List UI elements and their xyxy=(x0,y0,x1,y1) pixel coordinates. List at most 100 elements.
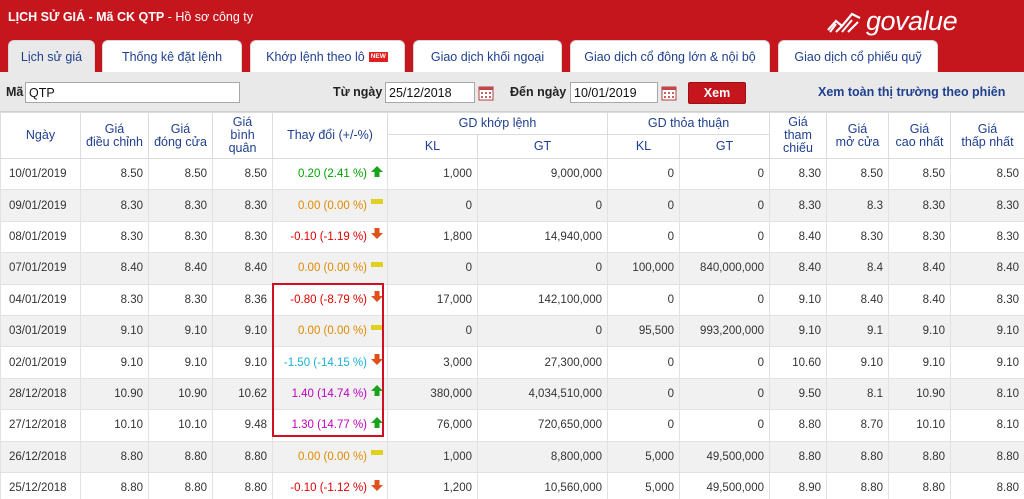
col-gd-thoa-thuan: GD thỏa thuận xyxy=(607,112,770,135)
tab-lich-su-gia[interactable]: Lịch sử giá xyxy=(8,40,95,72)
cell-gt-khop: 27,300,000 xyxy=(477,346,608,379)
cell-close: 8.50 xyxy=(148,157,213,191)
cell-kl-khop: 1,000 xyxy=(387,157,478,191)
table-row: 28/12/2018 10.90 10.90 10.62 1.40 (14.74 %) 3… xyxy=(0,377,1024,411)
cell-gt-tt: 0 xyxy=(679,189,770,222)
cell-kl-khop: 76,000 xyxy=(387,409,478,442)
cell-ref: 9.10 xyxy=(769,283,827,316)
tab-thong-ke-dat-lenh[interactable]: Thống kê đặt lệnh xyxy=(102,40,242,72)
cell-open: 9.1 xyxy=(826,314,889,348)
arrow-up-icon xyxy=(371,165,383,177)
cell-kl-tt: 5,000 xyxy=(607,440,680,473)
cell-ref: 9.10 xyxy=(769,314,827,348)
cell-gt-khop: 720,650,000 xyxy=(477,409,608,442)
app-header: LỊCH SỬ GIÁ - Mã CK QTP - Hồ sơ công ty … xyxy=(0,0,1024,72)
cell-high: 8.50 xyxy=(888,157,951,191)
col-kl-khop: KL xyxy=(387,134,478,159)
cell-open: 8.30 xyxy=(826,220,889,254)
cell-high: 10.10 xyxy=(888,409,951,442)
cell-close: 8.30 xyxy=(148,283,213,316)
cell-close: 8.80 xyxy=(148,471,213,499)
cell-avg: 8.40 xyxy=(212,252,273,285)
cell-gt-tt: 0 xyxy=(679,346,770,379)
col-gd-khop-lenh: GD khớp lệnh xyxy=(387,112,608,135)
cell-adj: 9.10 xyxy=(80,346,149,379)
tab-giao-dich-khoi-ngoai[interactable]: Giao dịch khối ngoại xyxy=(413,40,562,72)
table-row: 26/12/2018 8.80 8.80 8.80 0.00 (0.00 %) 1,000… xyxy=(0,440,1024,473)
cell-change: -1.50 (-14.15 %) xyxy=(272,346,388,379)
cell-low: 8.30 xyxy=(950,283,1024,316)
cell-kl-tt: 0 xyxy=(607,189,680,222)
view-button[interactable]: Xem xyxy=(688,82,746,104)
cell-open: 8.1 xyxy=(826,377,889,411)
cell-high: 8.30 xyxy=(888,189,951,222)
change-value: 0.00 (0.00 %) xyxy=(297,199,367,212)
view-market-by-session-link[interactable]: Xem toàn thị trường theo phiên xyxy=(818,85,1005,99)
arrow-down-icon xyxy=(371,291,383,303)
cell-date: 25/12/2018 xyxy=(0,471,81,499)
cell-gt-tt: 0 xyxy=(679,409,770,442)
cell-low: 8.10 xyxy=(950,377,1024,411)
cell-gt-khop: 0 xyxy=(477,252,608,285)
cell-gt-khop: 142,100,000 xyxy=(477,283,608,316)
to-date-input[interactable] xyxy=(570,82,658,103)
cell-gt-khop: 8,800,000 xyxy=(477,440,608,473)
page-title-main: LỊCH SỬ GIÁ - Mã CK QTP xyxy=(8,10,165,24)
cell-gt-tt: 49,500,000 xyxy=(679,440,770,473)
cell-high: 8.30 xyxy=(888,220,951,254)
company-profile-link[interactable]: Hồ sơ công ty xyxy=(175,10,253,24)
col-gia-dieu-chinh: Giá điều chỉnh xyxy=(80,112,149,159)
cell-close: 10.90 xyxy=(148,377,213,411)
cell-gt-khop: 4,034,510,000 xyxy=(477,377,608,411)
page-title: LỊCH SỬ GIÁ - Mã CK QTP - Hồ sơ công ty xyxy=(8,10,254,24)
cell-low: 9.10 xyxy=(950,314,1024,348)
cell-close: 8.30 xyxy=(148,220,213,254)
cell-low: 8.30 xyxy=(950,220,1024,254)
cell-date: 04/01/2019 xyxy=(0,283,81,316)
calendar-icon[interactable] xyxy=(661,85,677,101)
govalue-logo[interactable]: govalue xyxy=(826,6,958,36)
cell-kl-tt: 0 xyxy=(607,220,680,254)
change-value: -0.10 (-1.12 %) xyxy=(290,482,367,495)
change-value: 0.00 (0.00 %) xyxy=(297,450,367,463)
cell-ref: 8.40 xyxy=(769,252,827,285)
cell-date: 28/12/2018 xyxy=(0,377,81,411)
ticker-input[interactable] xyxy=(25,82,240,103)
cell-open: 8.4 xyxy=(826,252,889,285)
table-row: 09/01/2019 8.30 8.30 8.30 0.00 (0.00 %) 0 0 0 0 8… xyxy=(0,189,1024,222)
cell-open: 8.70 xyxy=(826,409,889,442)
change-value: -1.50 (-14.15 %) xyxy=(283,356,367,369)
cell-kl-khop: 0 xyxy=(387,189,478,222)
cell-high: 8.40 xyxy=(888,283,951,316)
cell-change: 1.30 (14.77 %) xyxy=(272,409,388,442)
cell-ref: 10.60 xyxy=(769,346,827,379)
cell-change: 1.40 (14.74 %) xyxy=(272,377,388,411)
cell-gt-khop: 0 xyxy=(477,314,608,348)
cell-date: 26/12/2018 xyxy=(0,440,81,473)
cell-avg: 8.36 xyxy=(212,283,273,316)
cell-date: 08/01/2019 xyxy=(0,220,81,254)
chart-logo-icon xyxy=(827,12,861,33)
cell-kl-tt: 0 xyxy=(607,283,680,316)
cell-kl-khop: 17,000 xyxy=(387,283,478,316)
cell-high: 9.10 xyxy=(888,314,951,348)
cell-avg: 10.62 xyxy=(212,377,273,411)
cell-low: 8.80 xyxy=(950,471,1024,499)
cell-ref: 8.30 xyxy=(769,189,827,222)
cell-date: 10/01/2019 xyxy=(0,157,81,191)
calendar-icon[interactable] xyxy=(478,85,494,101)
cell-kl-khop: 3,000 xyxy=(387,346,478,379)
tab-giao-dich-co-dong-lon[interactable]: Giao dịch cổ đông lớn & nội bộ xyxy=(570,40,770,72)
cell-kl-khop: 380,000 xyxy=(387,377,478,411)
from-date-input[interactable] xyxy=(385,82,475,103)
tab-khop-lenh-theo-lo[interactable]: Khớp lệnh theo lô NEW xyxy=(250,40,405,72)
cell-open: 8.80 xyxy=(826,471,889,499)
tab-giao-dich-co-phieu-quy[interactable]: Giao dịch cổ phiếu quỹ xyxy=(778,40,938,72)
no-change-icon xyxy=(371,199,383,205)
arrow-up-icon xyxy=(371,385,383,397)
cell-low: 8.30 xyxy=(950,189,1024,222)
table-row: 04/01/2019 8.30 8.30 8.36 -0.80 (-8.79 %) 17,… xyxy=(0,283,1024,316)
cell-change: 0.00 (0.00 %) xyxy=(272,314,388,348)
cell-gt-tt: 840,000,000 xyxy=(679,252,770,285)
cell-open: 8.80 xyxy=(826,440,889,473)
